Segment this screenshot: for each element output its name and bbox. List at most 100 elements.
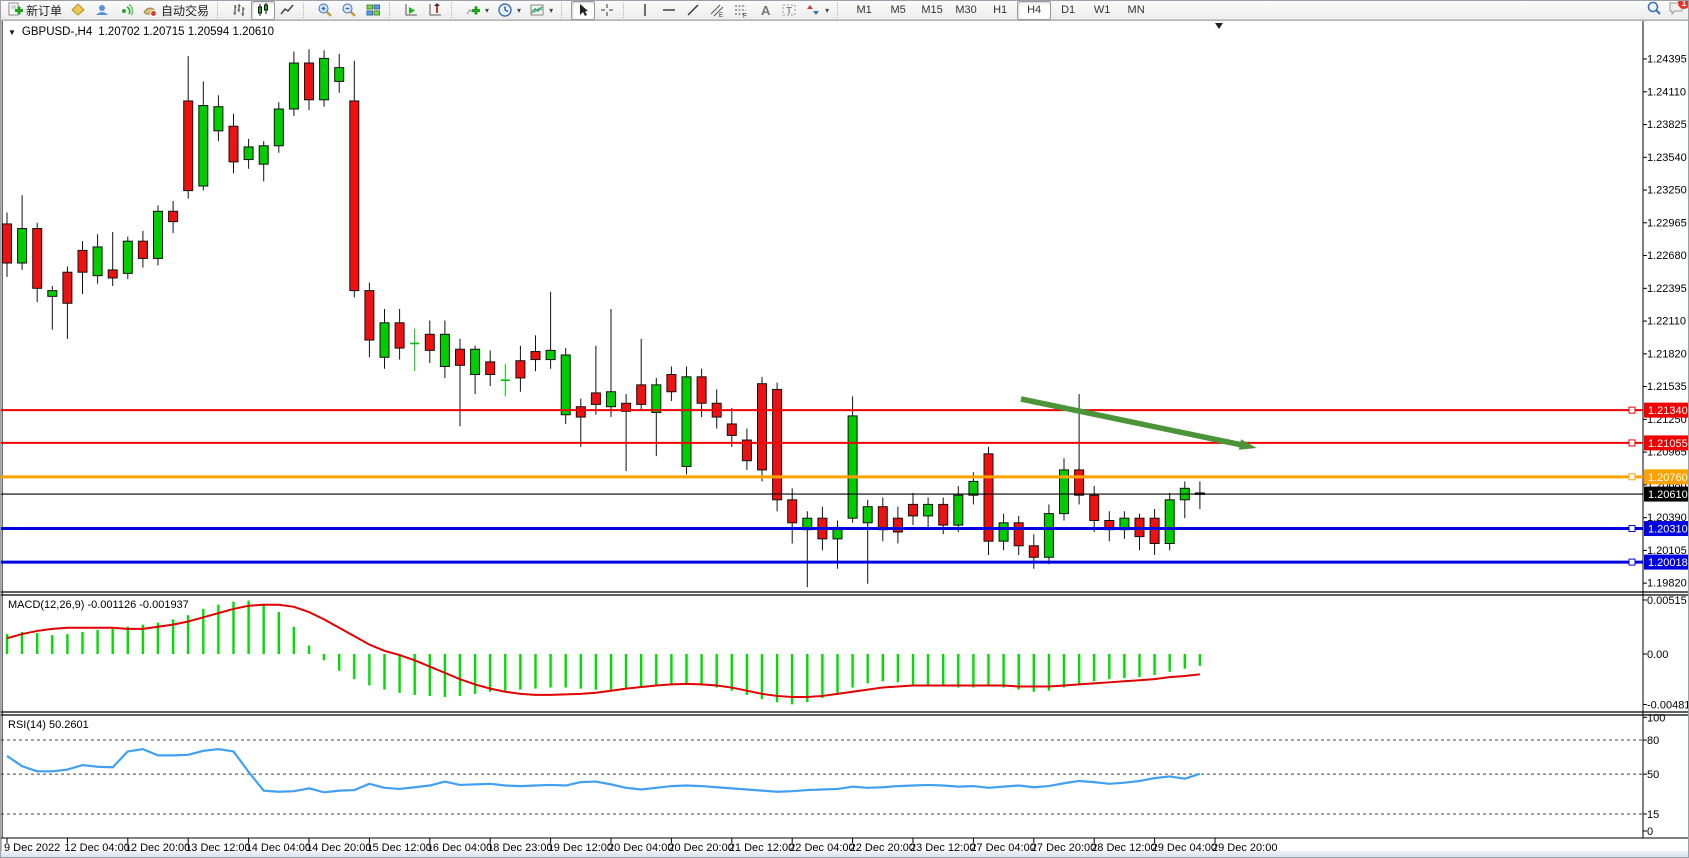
candle (607, 392, 616, 407)
candle (773, 389, 782, 499)
chart-area[interactable]: ▼ GBPUSD-,H4 1.20702 1.20715 1.20594 1.2… (1, 20, 1689, 858)
level-line-handle[interactable] (1629, 407, 1635, 413)
toolbar-text-button[interactable]: A (753, 1, 777, 20)
timeframe-m5[interactable]: M5 (881, 1, 915, 20)
price-axis-tick: 1.22965 (1647, 217, 1687, 229)
candle (924, 504, 933, 515)
candle (320, 58, 329, 99)
level-line-handle[interactable] (1629, 440, 1635, 446)
timeframe-m15[interactable]: M15 (915, 1, 949, 20)
toolbar-search-button[interactable] (1646, 0, 1662, 21)
toolbar-periods-button[interactable]: ▾ (493, 1, 525, 20)
timeframe-w1[interactable]: W1 (1085, 1, 1119, 20)
toolbar-metaeditor-button[interactable] (66, 1, 90, 20)
chart-symbol-title: GBPUSD-,H4 (22, 26, 92, 38)
autotrading-icon (142, 2, 158, 18)
toolbar-templates-button[interactable]: ▾ (525, 1, 557, 20)
price-badge-text: 1.20310 (1648, 524, 1688, 536)
price-badge-text: 1.20018 (1648, 557, 1688, 569)
toolbar-auto-scroll-button[interactable] (399, 1, 423, 20)
toolbar-zoom-out-button[interactable] (337, 1, 361, 20)
candle (425, 334, 434, 350)
timeframe-m1[interactable]: M1 (847, 1, 881, 20)
macd-indicator-label: MACD(12,26,9) -0.001126 -0.001937 (8, 599, 189, 611)
timeframe-d1[interactable]: D1 (1051, 1, 1085, 20)
candle (244, 147, 253, 160)
toolbar-candlestick-button[interactable] (251, 1, 275, 20)
chart-header: ▼ GBPUSD-,H4 1.20702 1.20715 1.20594 1.2… (8, 26, 274, 38)
candle (48, 291, 57, 297)
price-axis-tick: 1.22680 (1647, 250, 1687, 262)
timeframe-m30[interactable]: M30 (949, 1, 983, 20)
auto-scroll-icon (403, 2, 419, 18)
toolbar-autotrading-button[interactable]: 自动交易 (138, 1, 213, 20)
candle (727, 424, 736, 435)
candle (456, 349, 465, 365)
new-order-icon (7, 2, 23, 18)
toolbar-indicators-button[interactable]: ▾ (461, 1, 493, 20)
price-badge-text: 1.20610 (1648, 489, 1688, 501)
toolbar-vline-button[interactable] (633, 1, 657, 20)
toolbar-community-button[interactable] (90, 1, 114, 20)
price-axis-tick: 1.23825 (1647, 119, 1687, 131)
toolbar-fibonacci-button[interactable]: F (729, 1, 753, 20)
toolbar-trendline-button[interactable] (681, 1, 705, 20)
collapse-chart-icon[interactable]: ▼ (8, 28, 16, 37)
price-badge-text: 1.20760 (1648, 472, 1688, 484)
candle (954, 495, 963, 525)
toolbar-crosshair-button[interactable] (595, 1, 619, 20)
candle (305, 63, 314, 100)
toolbar-line-chart-button[interactable] (275, 1, 299, 20)
timeframe-h1[interactable]: H1 (983, 1, 1017, 20)
candle (289, 63, 298, 109)
level-line-handle[interactable] (1629, 474, 1635, 480)
bar-chart-icon (231, 2, 247, 18)
chart-shift-icon (427, 2, 443, 18)
candle (546, 350, 555, 359)
level-line-handle[interactable] (1629, 526, 1635, 532)
candle (1150, 518, 1159, 543)
toolbar-chart-shift-button[interactable] (423, 1, 447, 20)
toolbar-chat-button[interactable]: 1 (1668, 0, 1684, 21)
price-axis-tick: 1.23540 (1647, 152, 1687, 164)
level-line-handle[interactable] (1629, 559, 1635, 565)
candle (214, 107, 223, 131)
toolbar-new-order-button[interactable]: 新订单 (3, 1, 66, 20)
toolbar-signals-button[interactable] (114, 1, 138, 20)
toolbar-cursor-button[interactable] (571, 1, 595, 20)
line-chart-icon (279, 2, 295, 18)
indicators-icon (465, 2, 481, 18)
zoom-out-icon (341, 2, 357, 18)
toolbar-shapes-button[interactable]: ▾ (801, 1, 833, 20)
toolbar-hline-button[interactable] (657, 1, 681, 20)
candle (637, 385, 646, 405)
timeframe-mn[interactable]: MN (1119, 1, 1153, 20)
chevron-down-icon[interactable]: ▾ (485, 6, 489, 15)
toolbar-channel-button[interactable]: E (705, 1, 729, 20)
toolbar-zoom-in-button[interactable] (313, 1, 337, 20)
rsi-pane[interactable] (1, 715, 1643, 837)
candle (591, 393, 600, 404)
toolbar-label-button[interactable]: T (777, 1, 801, 20)
candle (229, 126, 238, 162)
templates-icon (529, 2, 545, 18)
price-axis-tick: 1.23250 (1647, 185, 1687, 197)
crosshair-icon (599, 2, 615, 18)
toolbar-new-order-label: 新订单 (26, 2, 62, 19)
toolbar-tile-windows-button[interactable] (361, 1, 385, 20)
candle (486, 362, 495, 375)
candle (33, 229, 42, 289)
timeframe-h4[interactable]: H4 (1017, 1, 1051, 20)
chevron-down-icon[interactable]: ▾ (825, 6, 829, 15)
price-axis-tick: 1.21535 (1647, 381, 1687, 393)
chevron-down-icon[interactable]: ▾ (517, 6, 521, 15)
svg-text:F: F (743, 14, 747, 19)
toolbar-group-5 (571, 1, 619, 20)
toolbar-bar-chart-button[interactable] (227, 1, 251, 20)
candle (999, 523, 1008, 541)
candle (516, 361, 525, 378)
chevron-down-icon[interactable]: ▾ (549, 6, 553, 15)
chart-canvas: 1.243951.241101.238251.235401.232501.229… (1, 20, 1689, 858)
price-pane[interactable] (1, 23, 1643, 591)
candle (274, 109, 283, 146)
